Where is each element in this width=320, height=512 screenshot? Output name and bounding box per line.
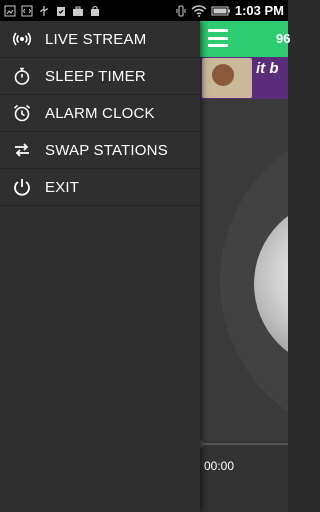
- power-icon: [12, 177, 32, 197]
- status-bar: 1:03 PM: [0, 0, 288, 21]
- clock: 1:03 PM: [234, 3, 284, 18]
- alarm-clock-icon: [12, 103, 32, 123]
- menu-item-sleep-timer[interactable]: SLEEP TIMER: [0, 58, 200, 95]
- shopping-bag-icon: [91, 5, 99, 16]
- ad-banner[interactable]: it b: [200, 57, 288, 99]
- menu-item-label: SLEEP TIMER: [45, 67, 146, 85]
- swap-icon: [12, 140, 32, 160]
- progress-area: 00:00: [196, 440, 288, 511]
- usb-icon: [40, 5, 48, 16]
- ad-text: it b: [256, 60, 279, 77]
- navigation-drawer: LIVE STREAM SLEEP TIMER ALARM CLOCK SWAP…: [0, 21, 200, 512]
- app-toolbar: 96: [200, 21, 291, 57]
- menu-item-label: SWAP STATIONS: [45, 141, 168, 159]
- station-title: 96: [276, 31, 291, 46]
- elapsed-time: 00:00: [204, 459, 235, 473]
- briefcase-icon: [73, 6, 83, 16]
- clipboard-check-icon: [57, 6, 65, 16]
- vibrate-icon: [176, 5, 186, 16]
- menu-item-alarm-clock[interactable]: ALARM CLOCK: [0, 95, 200, 132]
- code-icon: [21, 5, 33, 16]
- ad-image: [202, 58, 252, 98]
- menu-item-swap-stations[interactable]: SWAP STATIONS: [0, 132, 200, 169]
- player-artwork-area: [200, 99, 288, 469]
- system-icons: 1:03 PM: [175, 3, 284, 18]
- image-icon: [4, 5, 16, 16]
- player-screen: 96 it b 00:00: [196, 21, 291, 512]
- progress-track[interactable]: [196, 440, 288, 448]
- menu-item-label: ALARM CLOCK: [45, 104, 155, 122]
- wifi-icon: [191, 4, 207, 17]
- menu-item-label: EXIT: [45, 178, 80, 196]
- notification-icons: [4, 5, 101, 17]
- menu-icon[interactable]: [208, 29, 228, 47]
- menu-item-exit[interactable]: EXIT: [0, 169, 200, 206]
- menu-item-live-stream[interactable]: LIVE STREAM: [0, 21, 200, 58]
- broadcast-icon: [12, 29, 32, 49]
- menu-item-label: LIVE STREAM: [45, 30, 147, 48]
- stopwatch-icon: [12, 66, 32, 86]
- battery-icon: [211, 6, 230, 15]
